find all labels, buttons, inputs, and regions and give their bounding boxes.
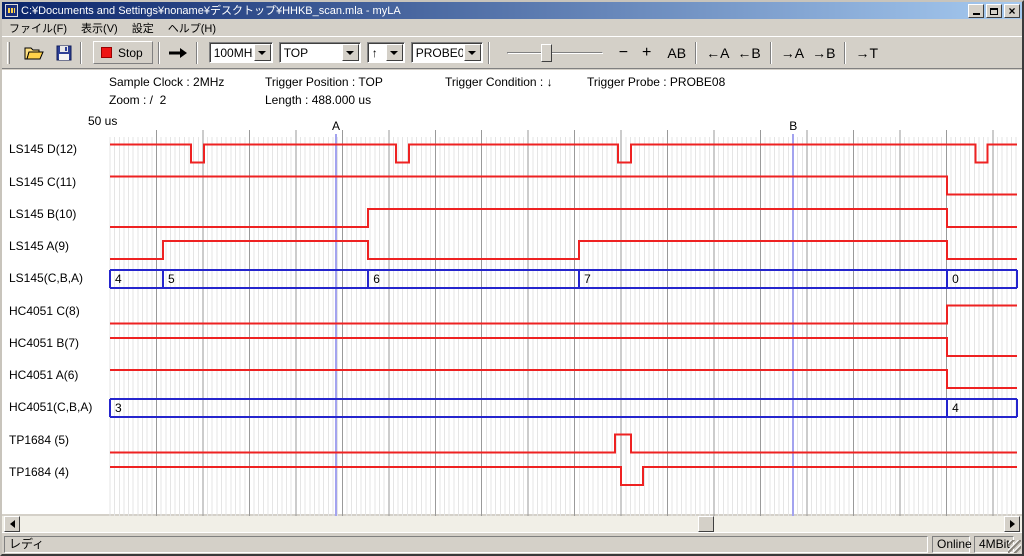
dropdown-arrow-icon[interactable] — [386, 44, 403, 61]
resize-grip[interactable] — [1008, 540, 1021, 553]
channel-label[interactable]: LS145(C,B,A) — [9, 271, 83, 285]
toolbar-separator — [80, 42, 82, 64]
marker-B-label: B — [789, 119, 797, 133]
bus-value: 7 — [584, 272, 591, 286]
trigger-position-info: Trigger Position : TOP — [265, 75, 383, 89]
goto-trigger-button[interactable]: →T — [851, 42, 882, 64]
goto-marker-a-button[interactable]: ←A — [702, 42, 733, 64]
menu-item-3[interactable]: ヘルプ(H) — [161, 19, 223, 37]
trigger-position-value: TOP — [280, 46, 341, 60]
floppy-save-icon — [56, 45, 72, 61]
maximize-icon — [990, 8, 998, 15]
save-button[interactable] — [53, 41, 75, 65]
bus-value: 6 — [373, 272, 380, 286]
channel-label[interactable]: LS145 B(10) — [9, 207, 76, 221]
menu-item-0[interactable]: ファイル(F) — [2, 19, 74, 37]
toolbar-gripper[interactable] — [7, 42, 10, 64]
toolbar-separator — [488, 42, 490, 64]
right-arrow-icon — [1010, 520, 1015, 528]
zoom-out-button[interactable]: − — [615, 42, 632, 64]
status-message: レディ — [4, 536, 928, 553]
trigger-edge-value: ↑ — [368, 46, 385, 60]
sample-clock-info: Sample Clock : 2MHz — [109, 75, 224, 89]
scrollbar-thumb[interactable] — [698, 516, 714, 532]
menu-item-2[interactable]: 設定 — [125, 19, 161, 37]
maximize-button[interactable] — [986, 4, 1002, 18]
app-window: C:¥Documents and Settings¥noname¥デスクトップ¥… — [0, 0, 1024, 556]
left-arrow-icon — [10, 520, 15, 528]
scroll-right-button[interactable] — [1004, 516, 1020, 532]
online-status: Online — [932, 536, 970, 553]
channel-label[interactable]: TP1684 (5) — [9, 433, 69, 447]
sample-clock-combo[interactable]: 100MHz — [209, 42, 273, 63]
capture-info: Sample Clock : 2MHz Trigger Position : T… — [2, 70, 1022, 114]
marker-A-label: A — [332, 119, 340, 133]
open-folder-icon — [24, 45, 44, 61]
bus-value: 4 — [952, 401, 959, 415]
probe-value: PROBE00 — [412, 46, 463, 60]
toolbar: Stop 100MHz TOP ↑ PROBE00 − — [2, 36, 1022, 69]
stop-label: Stop — [118, 46, 143, 60]
title-bar[interactable]: C:¥Documents and Settings¥noname¥デスクトップ¥… — [2, 2, 1022, 19]
zoom-info: Zoom : / 2 — [109, 93, 166, 107]
waveform-region: 50 us LS145 D(12)LS145 C(11)LS145 B(10)L… — [2, 114, 1022, 518]
zoom-slider[interactable] — [507, 42, 603, 64]
channel-label[interactable]: LS145 D(12) — [9, 142, 77, 156]
trigger-edge-combo[interactable]: ↑ — [367, 42, 405, 63]
sample-clock-value: 100MHz — [210, 46, 253, 60]
right-arrow-icon — [168, 47, 188, 59]
trigger-position-combo[interactable]: TOP — [279, 42, 361, 63]
trigger-condition-info: Trigger Condition : ↓ — [445, 75, 553, 89]
set-marker-a-button[interactable]: →A — [777, 42, 808, 64]
run-single-button[interactable] — [165, 41, 191, 65]
menu-bar: ファイル(F)表示(V)設定ヘルプ(H) — [2, 19, 1022, 36]
channel-label[interactable]: LS145 C(11) — [9, 175, 76, 189]
channel-label[interactable]: HC4051 C(8) — [9, 304, 80, 318]
channel-label[interactable]: HC4051 B(7) — [9, 336, 79, 350]
toolbar-separator — [158, 42, 160, 64]
dropdown-arrow-icon[interactable] — [464, 44, 481, 61]
toolbar-separator — [196, 42, 198, 64]
zoom-ab-button[interactable]: AB — [663, 42, 690, 64]
open-file-button[interactable] — [21, 41, 47, 65]
waveform-canvas[interactable]: A B 4 5 6 7 0 3 4 — [109, 114, 1018, 518]
dropdown-arrow-icon[interactable] — [342, 44, 359, 61]
goto-marker-b-button[interactable]: ←B — [733, 42, 764, 64]
minimize-button[interactable] — [968, 4, 984, 18]
status-bar: レディ Online 4MBit — [2, 532, 1022, 554]
close-icon: × — [1005, 4, 1019, 18]
dropdown-arrow-icon[interactable] — [254, 44, 271, 61]
probe-combo[interactable]: PROBE00 — [411, 42, 483, 63]
set-marker-b-button[interactable]: →B — [808, 42, 839, 64]
toolbar-separator — [695, 42, 697, 64]
horizontal-scrollbar[interactable] — [2, 516, 1022, 532]
menu-item-1[interactable]: 表示(V) — [74, 19, 125, 37]
channel-label[interactable]: HC4051(C,B,A) — [9, 400, 92, 414]
toolbar-separator — [770, 42, 772, 64]
slider-thumb[interactable] — [541, 44, 552, 62]
bus-value: 4 — [115, 272, 122, 286]
trigger-probe-info: Trigger Probe : PROBE08 — [587, 75, 725, 89]
stop-button[interactable]: Stop — [93, 41, 153, 64]
bus-value: 5 — [168, 272, 175, 286]
channel-label[interactable]: LS145 A(9) — [9, 239, 69, 253]
bus-value: 3 — [115, 401, 122, 415]
slider-track — [507, 52, 603, 54]
grid-minor — [110, 137, 1016, 518]
bus-value: 0 — [952, 272, 959, 286]
window-title: C:¥Documents and Settings¥noname¥デスクトップ¥… — [21, 3, 968, 19]
client-area: Sample Clock : 2MHz Trigger Position : T… — [2, 70, 1022, 514]
toolbar-separator — [844, 42, 846, 64]
app-icon — [5, 4, 18, 17]
scroll-left-button[interactable] — [4, 516, 20, 532]
channel-label[interactable]: HC4051 A(6) — [9, 368, 78, 382]
zoom-in-button[interactable]: + — [638, 42, 655, 64]
channel-label[interactable]: TP1684 (4) — [9, 465, 69, 479]
close-button[interactable]: × — [1004, 4, 1020, 18]
length-info: Length : 488.000 us — [265, 93, 371, 107]
minimize-icon — [973, 13, 980, 15]
stop-icon — [101, 47, 112, 58]
